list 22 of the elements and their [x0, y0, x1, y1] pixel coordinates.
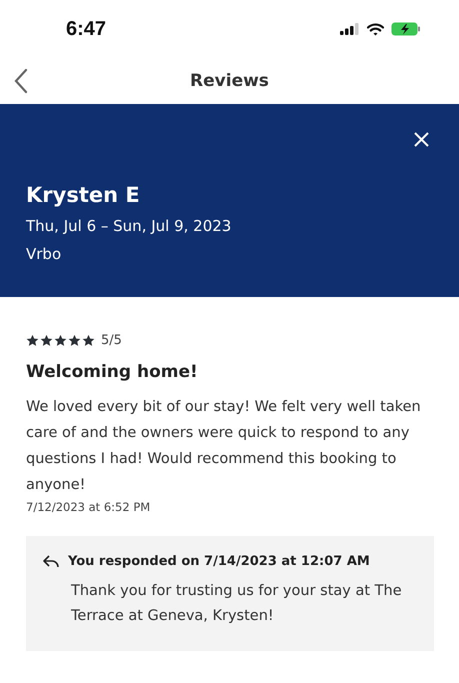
review-date: 7/12/2023 at 6:52 PM [26, 500, 150, 514]
back-icon[interactable] [14, 68, 28, 94]
response-heading: You responded on 7/14/2023 at 12:07 AM [68, 554, 370, 569]
review-text: We loved every bit of our stay! We felt very well taken care of and the owners were quick to respond to any questions I had! Would recommend this booking to anyone! [26, 398, 422, 495]
wifi-icon [367, 22, 384, 36]
reply-icon [42, 554, 60, 569]
review-title: Welcoming home! [26, 362, 198, 382]
guest-name: Krysten E [26, 183, 140, 207]
battery-icon [391, 22, 421, 36]
star-icon [68, 334, 81, 347]
signal-icon [340, 23, 360, 35]
booking-source: Vrbo [26, 245, 62, 263]
status-time: 6:47 [66, 18, 106, 40]
response-text: Thank you for trusting us for your stay at The Terrace at Geneva, Krysten! [71, 582, 403, 626]
rating-score: 5/5 [101, 333, 122, 348]
close-icon[interactable] [414, 132, 429, 147]
page-title: Reviews [190, 71, 269, 91]
stay-dates: Thu, Jul 6 – Sun, Jul 9, 2023 [26, 217, 232, 235]
star-icon [26, 334, 39, 347]
star-icon [54, 334, 67, 347]
star-icon [82, 334, 95, 347]
star-icon [40, 334, 53, 347]
